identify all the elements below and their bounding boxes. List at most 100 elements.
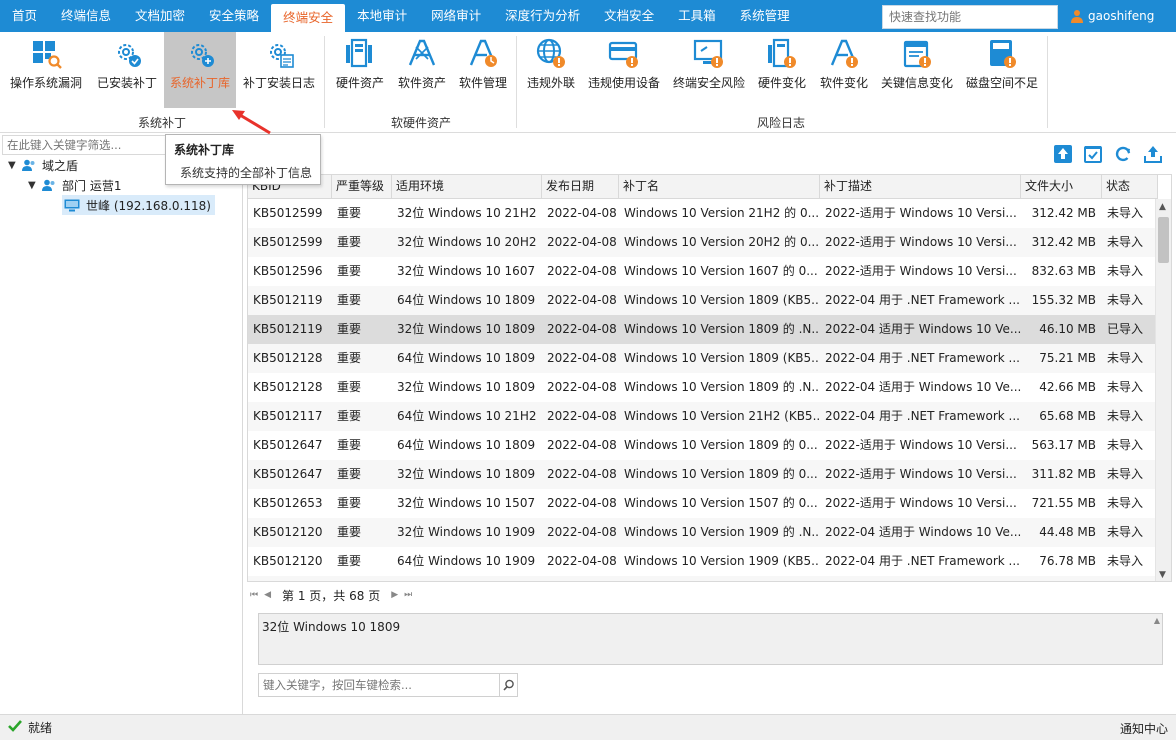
table-cell: 重要 xyxy=(337,322,362,336)
ribbon-button-13[interactable]: 磁盘空间不足 xyxy=(960,32,1044,108)
tooltip-body: 系统支持的全部补丁信息 xyxy=(180,166,313,180)
notification-center[interactable]: 通知中心 xyxy=(1120,720,1168,737)
nav-item-3[interactable]: 安全策略 xyxy=(197,0,271,32)
next-page-icon[interactable]: ▶ xyxy=(388,590,401,600)
table-cell: Windows 10 Version 1809 的 0... xyxy=(624,467,818,481)
scroll-thumb[interactable] xyxy=(1158,217,1169,263)
scroll-down-icon[interactable]: ▼ xyxy=(1159,570,1166,580)
table-scrollbar[interactable]: ▲ ▼ xyxy=(1155,199,1171,581)
table-cell: 155.32 MB xyxy=(1031,293,1096,307)
column-header[interactable]: 严重等级 xyxy=(332,175,392,199)
tree-node-dept[interactable]: ▼ 部门 运营1 xyxy=(28,175,121,195)
ribbon-button-8[interactable]: 违规使用设备 xyxy=(582,32,666,108)
column-header[interactable]: 文件大小 xyxy=(1021,175,1102,199)
user-menu[interactable]: gaoshifeng xyxy=(1070,0,1154,32)
nav-item-2[interactable]: 文档加密 xyxy=(123,0,197,32)
ribbon-button-10[interactable]: 硬件变化 xyxy=(752,32,812,108)
table-cell: 2022-适用于 Windows 10 Versi... xyxy=(825,235,1017,249)
table-row[interactable]: KB5012119 重要 64位 Windows 10 1809 2022-04-08… xyxy=(248,286,1158,315)
first-page-icon[interactable]: ⏮ xyxy=(247,590,261,600)
table-cell: 2022-04-08 xyxy=(547,467,617,481)
table-cell: 重要 xyxy=(337,496,362,510)
ribbon-button-1[interactable]: 已安装补丁 xyxy=(92,32,162,108)
table-cell: 32位 Windows 10 1909 xyxy=(397,525,536,539)
nav-item-4[interactable]: 终端安全 xyxy=(271,4,346,32)
table-cell: 未导入 xyxy=(1107,525,1144,539)
upload-icon[interactable] xyxy=(1053,144,1073,164)
org-tree-panel: ▼ 域之盾 ▼ 部门 运营1 世峰 (192.168.0.118) xyxy=(0,134,243,714)
table-cell: 2022-适用于 Windows 10 Versi... xyxy=(825,206,1017,220)
column-header[interactable]: 适用环境 xyxy=(392,175,542,199)
tree-node-host[interactable]: 世峰 (192.168.0.118) xyxy=(62,195,215,215)
table-row[interactable]: KB5012599 重要 32位 Windows 10 21H2 2022-04-08… xyxy=(248,199,1158,228)
table-row[interactable]: KB5012128 重要 32位 Windows 10 1809 2022-04-08… xyxy=(248,373,1158,402)
refresh-icon[interactable] xyxy=(1113,144,1133,164)
table-cell: 重要 xyxy=(337,206,362,220)
scroll-up-icon[interactable]: ▲ xyxy=(1154,616,1160,625)
ribbon-button-2[interactable]: 系统补丁库 xyxy=(164,32,236,108)
nav-item-7[interactable]: 深度行为分析 xyxy=(493,0,592,32)
table-row[interactable]: KB5012120 重要 64位 Windows 10 1909 2022-04-08… xyxy=(248,547,1158,576)
user-name: gaoshifeng xyxy=(1088,9,1155,23)
table-row[interactable]: KB5012653 重要 32位 Windows 10 1507 2022-04-08… xyxy=(248,489,1158,518)
ribbon-button-6[interactable]: 软件管理 xyxy=(452,32,514,108)
table-row[interactable]: KB5012117 重要 64位 Windows 10 21H2 2022-04-08… xyxy=(248,402,1158,431)
table-row[interactable]: KB5012596 重要 32位 Windows 10 1607 2022-04-08… xyxy=(248,257,1158,286)
nav-item-1[interactable]: 终端信息 xyxy=(49,0,123,32)
table-cell: 重要 xyxy=(337,235,362,249)
table-cell: KB5012596 xyxy=(253,264,323,278)
column-header[interactable]: 补丁描述 xyxy=(820,175,1021,199)
table-cell: 832.63 MB xyxy=(1031,264,1096,278)
keyword-search xyxy=(258,673,518,697)
table-row[interactable]: KB5012599 重要 32位 Windows 10 20H2 2022-04-08… xyxy=(248,228,1158,257)
last-page-icon[interactable]: ⏭ xyxy=(401,590,415,600)
table-cell: 未导入 xyxy=(1107,264,1144,278)
table-cell: Windows 10 Version 1809 的 0... xyxy=(624,438,818,452)
nav-item-9[interactable]: 工具箱 xyxy=(666,0,728,32)
ribbon-button-12[interactable]: 关键信息变化 xyxy=(876,32,958,108)
tree-node-root[interactable]: ▼ 域之盾 xyxy=(8,155,78,175)
table-row[interactable]: KB5012119 重要 32位 Windows 10 1809 2022-04-08… xyxy=(248,315,1158,344)
tree-label-host: 世峰 (192.168.0.118) xyxy=(86,198,211,213)
table-cell: 重要 xyxy=(332,576,392,581)
patch-log-icon xyxy=(262,36,296,70)
table-cell: 2022-04 用于 .NET Framework ... xyxy=(825,554,1020,568)
table-cell: Windows 10 Version 1607 的 0... xyxy=(624,264,818,278)
check-all-icon[interactable] xyxy=(1083,144,1103,164)
ribbon-button-5[interactable]: 软件资产 xyxy=(392,32,452,108)
chevron-down-icon[interactable]: ▼ xyxy=(28,180,42,191)
ribbon-button-9[interactable]: 终端安全风险 xyxy=(668,32,750,108)
nav-item-10[interactable]: 系统管理 xyxy=(728,0,802,32)
keyword-search-input[interactable] xyxy=(259,674,499,696)
table-row[interactable]: KB5012647 重要 64位 Windows 10 1809 2022-04-08… xyxy=(248,431,1158,460)
column-header[interactable]: 补丁名 xyxy=(619,175,820,199)
table-cell: 重要 xyxy=(337,438,362,452)
scroll-up-icon[interactable]: ▲ xyxy=(1159,202,1166,212)
ribbon-button-4[interactable]: 硬件资产 xyxy=(330,32,390,108)
nav-item-6[interactable]: 网络审计 xyxy=(419,0,493,32)
table-row[interactable]: KB5012128 重要 64位 Windows 10 1809 2022-04-08… xyxy=(248,344,1158,373)
table-header: KBID 严重等级 适用环境 发布日期 补丁名 补丁描述 文件大小 状态 xyxy=(248,175,1158,199)
search-icon[interactable] xyxy=(499,674,517,696)
table-cell: 重要 xyxy=(337,264,362,278)
patch-library-icon xyxy=(183,36,217,70)
nav-item-0[interactable]: 首页 xyxy=(0,0,49,32)
prev-page-icon[interactable]: ◀ xyxy=(261,590,274,600)
table-row[interactable]: KB5012647 重要 32位 Windows 10 1809 2022-04-08… xyxy=(248,460,1158,489)
table-cell: Windows 10 Version 1909 的 .N... xyxy=(624,525,820,539)
feature-search-input[interactable] xyxy=(882,5,1058,29)
ribbon-button-3[interactable]: 补丁安装日志 xyxy=(238,32,320,108)
nav-item-5[interactable]: 本地审计 xyxy=(345,0,419,32)
ribbon-button-7[interactable]: 违规外联 xyxy=(522,32,580,108)
column-header[interactable]: 状态 xyxy=(1102,175,1158,199)
table-row[interactable]: KB5012117重要64位 Windows 10 21H12022-04-08… xyxy=(248,576,1158,581)
table-cell: 2022-04-08 xyxy=(542,576,619,581)
table-row[interactable]: KB5012120 重要 32位 Windows 10 1909 2022-04-08… xyxy=(248,518,1158,547)
table-cell: 2022-04-08 xyxy=(547,409,617,423)
ribbon-button-0[interactable]: 操作系统漏洞 xyxy=(4,32,88,108)
column-header[interactable]: 发布日期 xyxy=(542,175,619,199)
ribbon-button-11[interactable]: 软件变化 xyxy=(814,32,874,108)
export-icon[interactable] xyxy=(1143,144,1163,164)
chevron-down-icon[interactable]: ▼ xyxy=(8,160,22,171)
nav-item-8[interactable]: 文档安全 xyxy=(592,0,666,32)
